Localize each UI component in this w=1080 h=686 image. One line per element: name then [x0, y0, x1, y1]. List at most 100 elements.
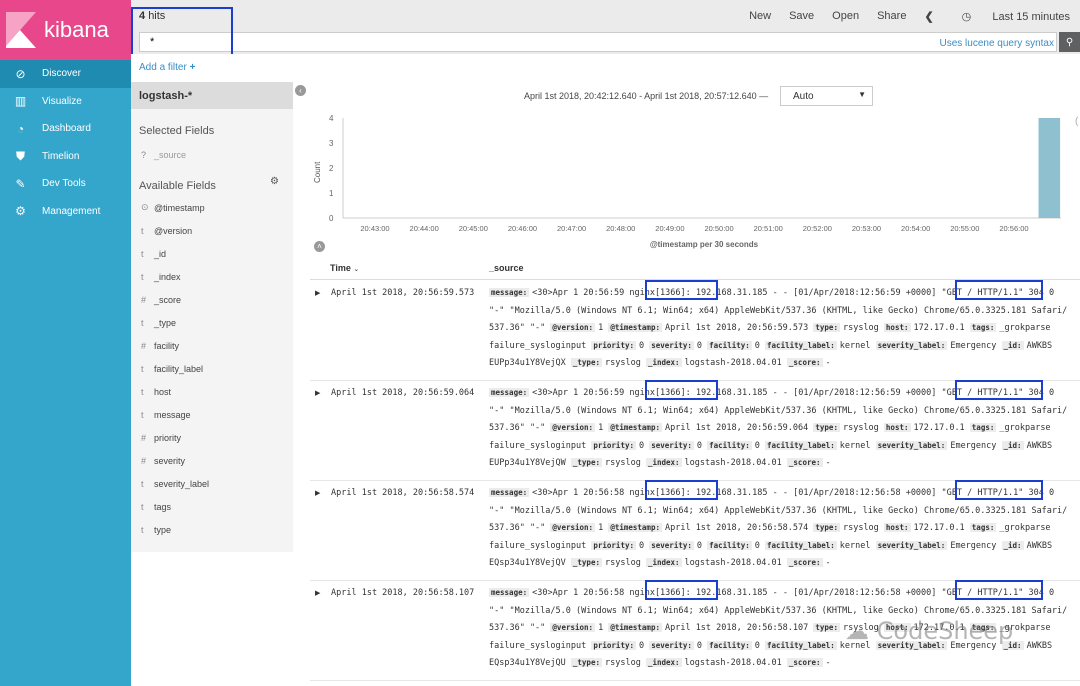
source-field-value: EQsp34u1Y8VejQU [489, 658, 571, 668]
field-name: _index [154, 271, 181, 282]
source-field-value: AWKBS [1026, 640, 1053, 651]
source-field-key: severity_label: [875, 340, 948, 350]
nav-item-management[interactable]: ⚙ Management [0, 198, 131, 226]
field-item[interactable]: t _index [131, 265, 293, 288]
source-field-key: severity: [649, 540, 694, 550]
field-item[interactable]: t facility_label [131, 357, 293, 380]
source-field-value: 537.36" "-" [489, 323, 551, 333]
nav-item-dashboard[interactable]: ◔ Dashboard [0, 115, 131, 143]
row-divider [310, 680, 1080, 681]
source-field-key: @version: [550, 523, 596, 532]
source-line: failure_sysloginput priority: 0 severity:… [489, 440, 1080, 459]
source-line: 537.36" "-" @version: 1 @timestamp: April … [489, 423, 1080, 441]
source-field-value: April 1st 2018, 20:56:59.064 [664, 423, 814, 433]
source-field-key: facility_label: [765, 440, 837, 450]
field-item[interactable]: t @version [131, 219, 293, 242]
nav-item-timelion[interactable]: ⛊ Timelion [0, 143, 131, 171]
collapse-sidebar-icon[interactable]: ‹ [295, 85, 306, 96]
field-item[interactable]: t severity_label [131, 472, 293, 495]
histogram-chart[interactable]: 0 1 2 3 4 Count 20:43:00 20:44:00 20:45:00 20:46:… [293, 108, 1080, 253]
source-field-value: 537.36" "-" [489, 523, 551, 533]
save-button[interactable]: Save [789, 10, 814, 23]
source-field-key: facility_label: [765, 540, 837, 550]
search-button[interactable]: ⚲ [1059, 32, 1080, 52]
search-input[interactable] [139, 32, 1057, 52]
source-line: EQsp34u1Y8VejQV _type: rsyslog _index: log… [489, 558, 1080, 576]
source-field-key: message: [489, 288, 530, 297]
source-field-key: severity: [649, 440, 694, 450]
query-bar: Uses lucene query syntax ⚲ [131, 32, 1080, 54]
field-item[interactable]: # severity [131, 449, 293, 472]
interval-select[interactable]: Auto ▼ [780, 86, 873, 106]
expand-row-icon[interactable]: ▶ [315, 289, 320, 297]
table-row[interactable]: ▶ April 1st 2018, 20:56:59.573 message: <30… [310, 280, 1080, 381]
source-field-key: @timestamp: [608, 623, 662, 632]
main-panel: ‹ April 1st 2018, 20:42:12.640 - April 1… [293, 80, 1080, 686]
x-tick-label: 20:54:00 [901, 224, 930, 233]
open-button[interactable]: Open [832, 10, 859, 23]
source-field-value: rsyslog [842, 423, 884, 433]
table-row[interactable]: ▶ April 1st 2018, 20:56:59.064 message: <30… [310, 380, 1080, 481]
sort-icon: ⌄ [353, 266, 360, 273]
field-item[interactable]: # priority [131, 426, 293, 449]
field-item[interactable]: t message [131, 403, 293, 426]
x-tick-label: 20:46:00 [508, 224, 537, 233]
time-picker[interactable]: ◷ Last 15 minutes [944, 10, 1070, 23]
field-type-icon: t [141, 409, 144, 420]
source-field-value: rsyslog [842, 323, 884, 333]
expand-row-icon[interactable]: ▶ [315, 389, 320, 397]
field-item[interactable]: t _id [131, 242, 293, 265]
column-header-time[interactable]: Time ⌄ [330, 263, 359, 273]
field-item[interactable]: # facility [131, 334, 293, 357]
field-item[interactable]: t type [131, 518, 293, 541]
field-type-icon: ⊙ [141, 202, 149, 212]
source-field-key: _type: [570, 458, 602, 467]
row-time: April 1st 2018, 20:56:59.064 [331, 388, 475, 398]
field-name: type [154, 524, 172, 535]
collapse-chart-icon[interactable]: ˄ [314, 241, 325, 252]
row-source: message: <30>Apr 1 20:56:58 nginx[1366]: … [489, 488, 1080, 576]
field-type-icon: # [141, 294, 147, 305]
source-field-value: rsyslog [842, 523, 884, 533]
source-field-key: priority: [591, 640, 636, 650]
source-field-value: April 1st 2018, 20:56:58.107 [664, 623, 814, 633]
source-field-value: Emergency [950, 340, 1002, 351]
chevron-left-icon[interactable]: ❮ [924, 10, 933, 23]
field-item[interactable]: t tags [131, 495, 293, 518]
nav-list: ⊘ Discover ▥ Visualize ◔ Dashboard ⛊ Timelion ✎ D… [0, 60, 131, 225]
field-item[interactable]: # _score [131, 288, 293, 311]
selected-fields-title: Selected Fields [139, 125, 215, 137]
nav-item-dev-tools[interactable]: ✎ Dev Tools [0, 170, 131, 198]
source-field-value: AWKBS [1026, 340, 1053, 351]
nav-item-label: Timelion [42, 150, 80, 162]
field-item[interactable]: ⊙ @timestamp [131, 196, 293, 219]
lucene-syntax-link[interactable]: Uses lucene query syntax [939, 38, 1054, 49]
time-range: April 1st 2018, 20:42:12.640 - April 1st… [524, 91, 769, 101]
field-type-icon: t [141, 501, 144, 512]
clock-icon: ◷ [961, 11, 972, 23]
nav-item-visualize[interactable]: ▥ Visualize [0, 88, 131, 116]
expand-row-icon[interactable]: ▶ [315, 589, 320, 597]
gear-icon[interactable]: ⚙ [270, 176, 279, 187]
share-button[interactable]: Share [877, 10, 906, 23]
new-button[interactable]: New [749, 10, 771, 23]
add-filter-button[interactable]: Add a filter + [139, 62, 195, 73]
field-item[interactable]: t host [131, 380, 293, 403]
source-field-value: "-" "Mozilla/5.0 (Windows NT 6.1; Win64;… [489, 505, 1068, 516]
source-field-key: priority: [591, 440, 636, 450]
index-pattern[interactable]: logstash-* [131, 82, 293, 109]
table-row[interactable]: ▶ April 1st 2018, 20:56:58.574 message: <30… [310, 480, 1080, 581]
kibana-app: kibana ⊘ Discover ▥ Visualize ◔ Dashboard ⛊ Tim… [0, 0, 1080, 686]
watermark: ☁ CodeSheep [845, 617, 1013, 645]
source-field-key: _score: [786, 558, 823, 567]
source-field-key: tags: [969, 323, 997, 332]
source-field-value: 0 [639, 640, 650, 651]
field-item[interactable]: ? _source [131, 143, 293, 166]
expand-row-icon[interactable]: ▶ [315, 489, 320, 497]
field-type-icon: # [141, 432, 147, 443]
kibana-logo[interactable]: kibana [0, 0, 131, 60]
nav-item-discover[interactable]: ⊘ Discover [0, 60, 131, 88]
source-field-value: - [825, 358, 831, 368]
wechat-icon: ☁ [845, 617, 869, 645]
field-item[interactable]: t _type [131, 311, 293, 334]
